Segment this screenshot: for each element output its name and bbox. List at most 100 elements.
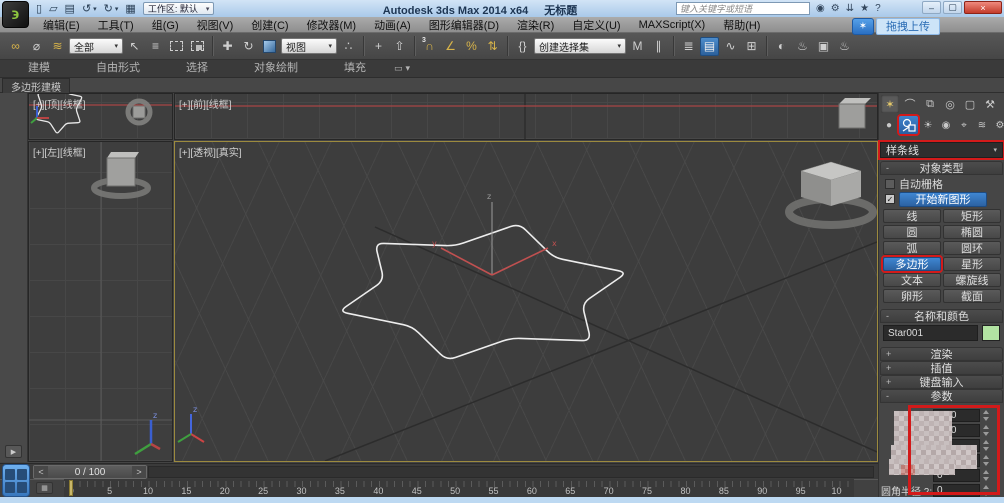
- hierarchy-tab-icon[interactable]: ⧉: [921, 95, 939, 113]
- open-file-icon[interactable]: ▱: [49, 2, 57, 15]
- window-crossing-icon[interactable]: [188, 37, 207, 56]
- menu-item[interactable]: 帮助(H): [714, 17, 769, 33]
- spacewarps-category-icon[interactable]: ≋: [974, 117, 990, 134]
- upload-icon[interactable]: ✶: [852, 18, 874, 35]
- curve-editor-icon[interactable]: ∿: [721, 37, 740, 56]
- object-type-button[interactable]: 弧: [883, 241, 941, 255]
- ribbon-minimize-icon[interactable]: ▭ ▾: [394, 63, 410, 77]
- menu-item[interactable]: 渲染(R): [508, 17, 563, 33]
- rendering-rollout-header[interactable]: + 渲染: [880, 347, 1003, 361]
- interpolation-rollout-header[interactable]: + 插值: [880, 361, 1003, 375]
- settings-icon[interactable]: ⚙: [831, 3, 840, 14]
- create-tab-icon[interactable]: ✶: [881, 95, 899, 113]
- menu-item[interactable]: 视图(V): [188, 17, 243, 33]
- select-and-link-icon[interactable]: ∞: [6, 37, 25, 56]
- object-type-button[interactable]: 圆: [883, 225, 941, 239]
- ribbon-tab[interactable]: 填充: [330, 57, 380, 77]
- spinner-snap-icon[interactable]: ⇅: [483, 37, 502, 56]
- selection-filter-dropdown[interactable]: 全部 ▾: [69, 38, 123, 54]
- keyboard-override-icon[interactable]: ⇧: [390, 37, 409, 56]
- maximize-button[interactable]: ▢: [943, 1, 962, 14]
- use-pivot-center-icon[interactable]: ∴: [339, 37, 358, 56]
- object-type-button[interactable]: 螺旋线: [943, 273, 1001, 287]
- workspace-dropdown[interactable]: 工作区: 默认 ▾: [143, 2, 215, 15]
- polygon-modeling-panel-tab[interactable]: 多边形建模: [2, 78, 70, 93]
- select-by-name-icon[interactable]: ≡: [146, 37, 165, 56]
- bind-to-spacewarp-icon[interactable]: ≋: [48, 37, 67, 56]
- object-type-button[interactable]: 线: [883, 209, 941, 223]
- keyboard-entry-rollout-header[interactable]: + 键盘输入: [880, 375, 1003, 389]
- modify-tab-icon[interactable]: ⌒: [901, 95, 919, 113]
- lights-category-icon[interactable]: ☀: [920, 117, 936, 134]
- viewport-perspective-label[interactable]: [+][透视][真实]: [179, 144, 242, 159]
- viewport-front-label[interactable]: [+][前][线框]: [179, 96, 232, 111]
- workspace-icon[interactable]: ▦: [125, 2, 135, 15]
- undo-icon[interactable]: ↺: [82, 2, 91, 15]
- render-production-icon[interactable]: ♨: [835, 37, 854, 56]
- object-type-button[interactable]: 文本: [883, 273, 941, 287]
- start-new-shape-checkbox[interactable]: ✓: [885, 194, 895, 204]
- time-slider[interactable]: < 0 / 100 >: [33, 465, 147, 479]
- schematic-view-icon[interactable]: ⊞: [742, 37, 761, 56]
- viewport-perspective[interactable]: y x z z [+][透视][真实]: [174, 141, 878, 462]
- named-selection-set-dropdown[interactable]: 创建选择集 ▾: [534, 38, 626, 54]
- close-button[interactable]: ×: [964, 1, 1002, 14]
- geometry-category-icon[interactable]: ●: [881, 117, 897, 134]
- previous-frame-button[interactable]: <: [34, 466, 48, 478]
- menu-item[interactable]: 动画(A): [365, 17, 420, 33]
- time-slider-track[interactable]: [148, 466, 874, 478]
- sign-in-icon[interactable]: ◉: [816, 3, 825, 14]
- systems-category-icon[interactable]: ⚙: [992, 117, 1004, 134]
- ribbon-tab[interactable]: 建模: [14, 57, 64, 77]
- save-file-icon[interactable]: ▤: [65, 2, 75, 15]
- upload-button[interactable]: 拖拽上传: [876, 18, 940, 35]
- undo-flyout-icon[interactable]: ▾: [93, 5, 97, 13]
- align-icon[interactable]: ∥: [649, 37, 668, 56]
- cameras-category-icon[interactable]: ◉: [938, 117, 954, 134]
- redo-flyout-icon[interactable]: ▾: [115, 5, 119, 13]
- minimize-button[interactable]: –: [922, 1, 941, 14]
- graphite-ribbon-toggle-icon[interactable]: ▤: [700, 37, 719, 56]
- manage-layers-icon[interactable]: ≣: [679, 37, 698, 56]
- viewport-top-label[interactable]: [+][顶][线框]: [33, 96, 86, 111]
- motion-tab-icon[interactable]: ◎: [941, 95, 959, 113]
- ribbon-tab[interactable]: 选择: [172, 57, 222, 77]
- material-editor-icon[interactable]: ◐: [772, 37, 791, 56]
- percent-snap-icon[interactable]: %: [462, 37, 481, 56]
- object-type-button[interactable]: 多边形: [883, 257, 941, 271]
- reference-coordinate-dropdown[interactable]: 视图 ▾: [281, 38, 337, 54]
- current-frame-marker[interactable]: [69, 480, 73, 496]
- viewport-front[interactable]: [+][前][线框]: [174, 93, 878, 140]
- object-type-button[interactable]: 截面: [943, 289, 1001, 303]
- help-icon[interactable]: ?: [875, 3, 881, 14]
- menu-item[interactable]: 组(G): [143, 17, 188, 33]
- select-and-rotate-icon[interactable]: ↻: [239, 37, 258, 56]
- ribbon-tab[interactable]: 自由形式: [82, 57, 154, 77]
- rendered-frame-window-icon[interactable]: ▣: [814, 37, 833, 56]
- autogrid-checkbox[interactable]: [885, 179, 895, 189]
- menu-item[interactable]: 编辑(E): [34, 17, 89, 33]
- menu-item[interactable]: 图形编辑器(D): [420, 17, 508, 33]
- rectangular-selection-region-icon[interactable]: [167, 37, 186, 56]
- parameters-rollout-header[interactable]: - 参数: [880, 389, 1003, 403]
- communication-center-icon[interactable]: ⇊: [846, 3, 854, 14]
- menu-item[interactable]: 创建(C): [242, 17, 297, 33]
- menu-item[interactable]: 修改器(M): [298, 17, 366, 33]
- display-tab-icon[interactable]: ▢: [961, 95, 979, 113]
- named-selection-sets-icon[interactable]: {}: [513, 37, 532, 56]
- object-color-swatch[interactable]: [982, 325, 1000, 341]
- object-type-button[interactable]: 星形: [943, 257, 1001, 271]
- angle-snap-icon[interactable]: ∠: [441, 37, 460, 56]
- infocenter-search-input[interactable]: [676, 2, 810, 15]
- select-and-move-icon[interactable]: ✚: [218, 37, 237, 56]
- redo-icon[interactable]: ↻: [104, 2, 113, 15]
- mini-curve-editor-button[interactable]: ▦: [36, 482, 53, 494]
- object-type-button[interactable]: 椭圆: [943, 225, 1001, 239]
- select-and-scale-icon[interactable]: [260, 37, 279, 56]
- viewport-layout-button[interactable]: [2, 464, 30, 497]
- start-new-shape-button[interactable]: 开始新图形: [899, 192, 987, 207]
- utilities-tab-icon[interactable]: ⚒: [981, 95, 999, 113]
- helpers-category-icon[interactable]: ⌖: [956, 117, 972, 134]
- object-type-rollout-header[interactable]: - 对象类型: [880, 161, 1003, 175]
- mirror-icon[interactable]: M: [628, 37, 647, 56]
